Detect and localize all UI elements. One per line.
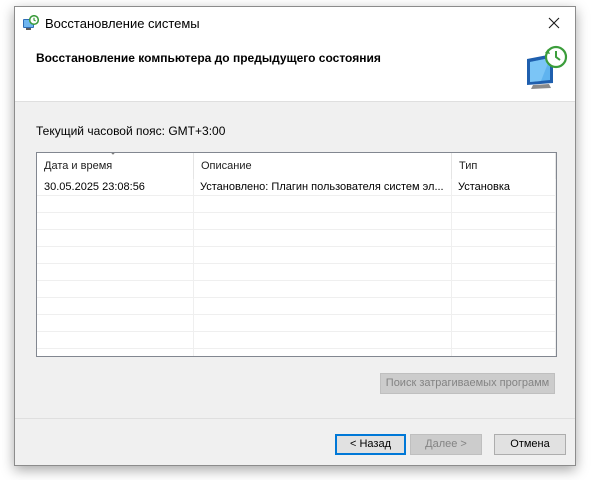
- window-title: Восстановление системы: [45, 16, 200, 31]
- cell-type: Установка: [458, 181, 510, 193]
- system-restore-icon: [22, 14, 40, 32]
- list-header: Дата и время Описание Тип: [37, 153, 556, 179]
- empty-row: [37, 298, 556, 315]
- restore-computer-icon: [523, 43, 573, 93]
- back-button[interactable]: < Назад: [335, 434, 406, 455]
- empty-row: [37, 196, 556, 213]
- column-header-type[interactable]: Тип: [452, 153, 556, 179]
- column-header-date[interactable]: Дата и время: [37, 153, 194, 179]
- dialog-header: Восстановление компьютера до предыдущего…: [15, 39, 575, 102]
- table-row[interactable]: 30.05.2025 23:08:56 Установлено: Плагин …: [37, 179, 556, 196]
- system-restore-dialog: Восстановление системы Восстановление ко…: [14, 6, 576, 466]
- column-header-description[interactable]: Описание: [194, 153, 452, 179]
- scan-affected-programs-button[interactable]: Поиск затрагиваемых программ: [380, 373, 555, 394]
- screenshot-page: Восстановление системы Восстановление ко…: [0, 0, 591, 480]
- empty-row: [37, 213, 556, 230]
- close-button[interactable]: [533, 7, 575, 38]
- timezone-label: Текущий часовой пояс: GMT+3:00: [36, 124, 226, 138]
- empty-row: [37, 281, 556, 298]
- sort-arrow-icon: [111, 153, 115, 155]
- empty-row: [37, 332, 556, 349]
- empty-row: [37, 264, 556, 281]
- cell-date: 30.05.2025 23:08:56: [44, 181, 145, 193]
- cell-description: Установлено: Плагин пользователя систем …: [200, 181, 444, 193]
- restore-points-list[interactable]: Дата и время Описание Тип 30.05.2025 23:…: [36, 152, 557, 357]
- column-header-label: Тип: [459, 160, 478, 172]
- page-title: Восстановление компьютера до предыдущего…: [36, 51, 381, 65]
- title-bar: Восстановление системы: [15, 7, 575, 39]
- empty-row: [37, 247, 556, 264]
- cancel-button[interactable]: Отмена: [494, 434, 566, 455]
- column-header-label: Описание: [201, 160, 252, 172]
- empty-row: [37, 230, 556, 247]
- footer-divider: [15, 418, 575, 419]
- column-header-label: Дата и время: [44, 160, 113, 172]
- next-button[interactable]: Далее >: [410, 434, 482, 455]
- close-icon: [548, 17, 560, 28]
- empty-row: [37, 315, 556, 332]
